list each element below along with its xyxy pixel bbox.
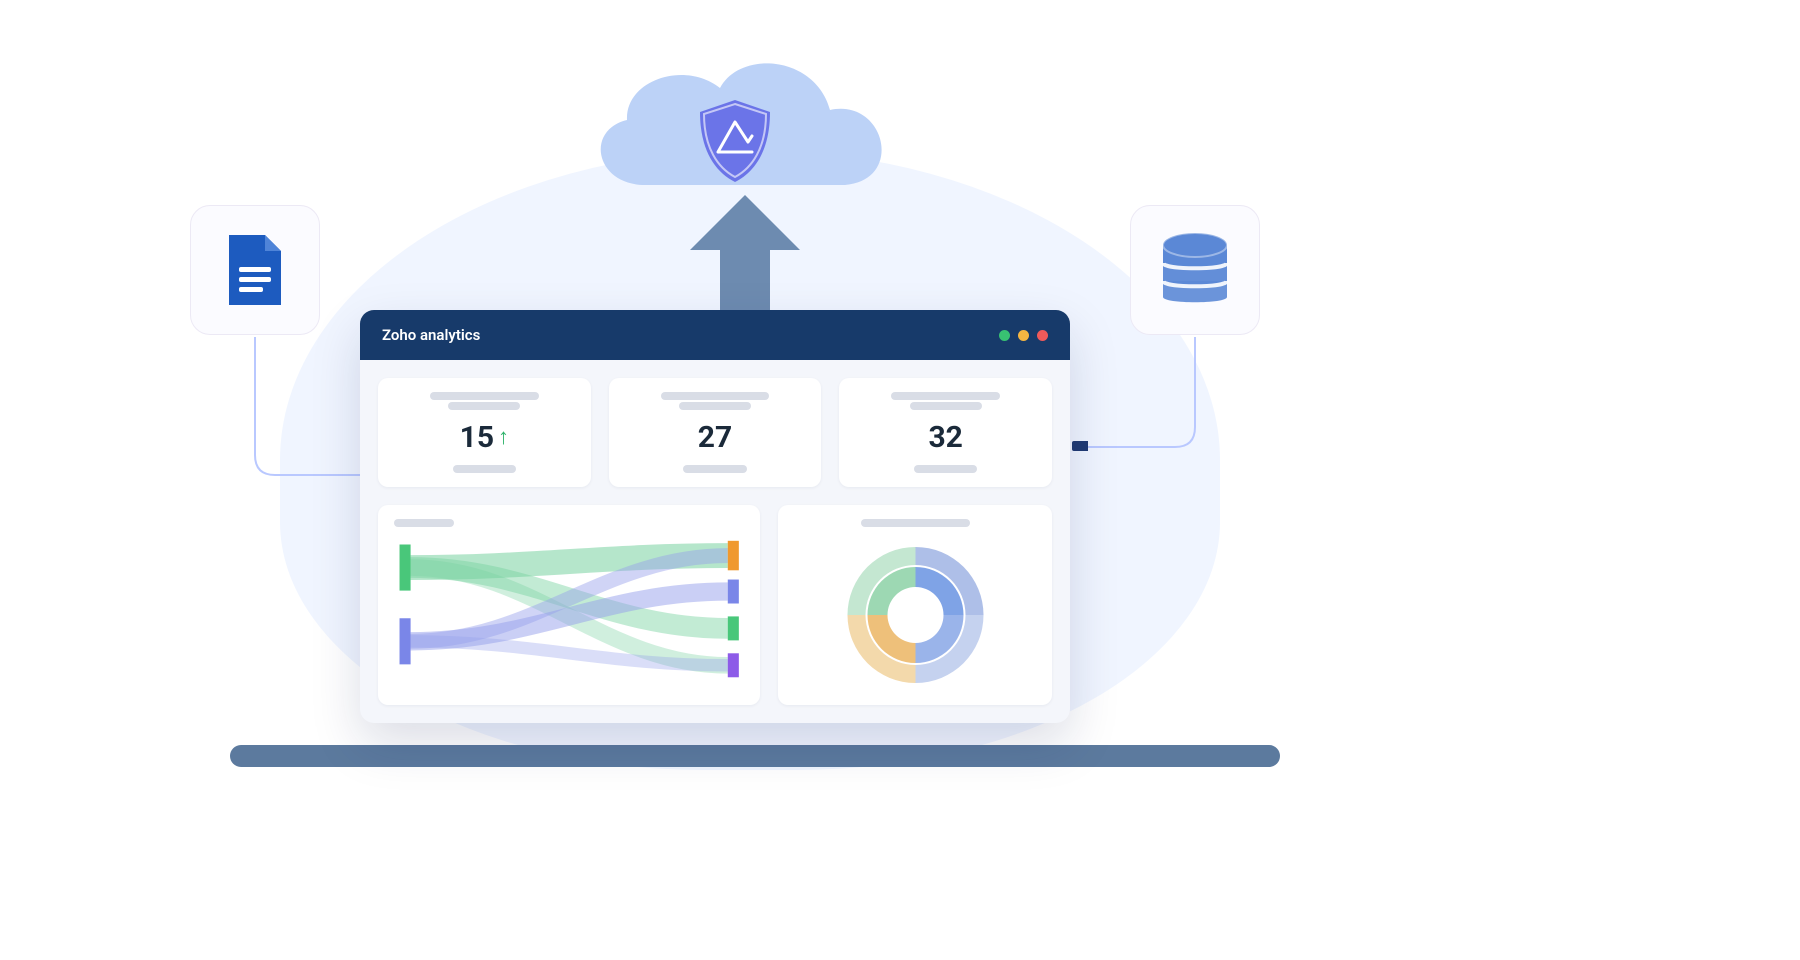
placeholder-line bbox=[683, 465, 746, 473]
connector-right bbox=[1070, 335, 1210, 485]
traffic-light-red[interactable] bbox=[1037, 330, 1048, 341]
kpi-card: 15 ↑ bbox=[378, 378, 591, 487]
placeholder-line bbox=[448, 402, 520, 410]
kpi-value: 27 bbox=[698, 420, 732, 455]
placeholder-line bbox=[453, 465, 516, 473]
analytics-window: Zoho analytics 15 ↑ 27 bbox=[360, 310, 1070, 723]
window-title: Zoho analytics bbox=[382, 326, 480, 344]
traffic-light-yellow[interactable] bbox=[1018, 330, 1029, 341]
placeholder-line bbox=[679, 402, 751, 410]
document-icon bbox=[225, 233, 285, 307]
document-source-card bbox=[190, 205, 320, 335]
placeholder-line bbox=[394, 519, 454, 527]
placeholder-line bbox=[861, 519, 970, 527]
kpi-value: 15 bbox=[460, 420, 494, 455]
kpi-card: 27 bbox=[609, 378, 822, 487]
database-source-card bbox=[1130, 205, 1260, 335]
traffic-light-green[interactable] bbox=[999, 330, 1010, 341]
ground-bar bbox=[230, 745, 1280, 767]
donut-chart-card bbox=[778, 505, 1052, 705]
kpi-row: 15 ↑ 27 32 bbox=[378, 378, 1052, 487]
chart-row bbox=[378, 505, 1052, 705]
sankey-chart bbox=[394, 527, 744, 692]
trend-up-icon: ↑ bbox=[498, 427, 509, 449]
placeholder-line bbox=[661, 392, 769, 400]
placeholder-line bbox=[910, 402, 982, 410]
window-titlebar: Zoho analytics bbox=[360, 310, 1070, 360]
donut-chart bbox=[838, 535, 993, 690]
kpi-value: 32 bbox=[928, 420, 962, 455]
kpi-card: 32 bbox=[839, 378, 1052, 487]
placeholder-line bbox=[430, 392, 538, 400]
cloud bbox=[555, 30, 915, 210]
sankey-chart-card bbox=[378, 505, 760, 705]
plug-icon bbox=[1072, 441, 1088, 451]
placeholder-line bbox=[914, 465, 977, 473]
placeholder-line bbox=[891, 392, 999, 400]
database-icon bbox=[1156, 231, 1234, 309]
window-controls bbox=[999, 330, 1048, 341]
